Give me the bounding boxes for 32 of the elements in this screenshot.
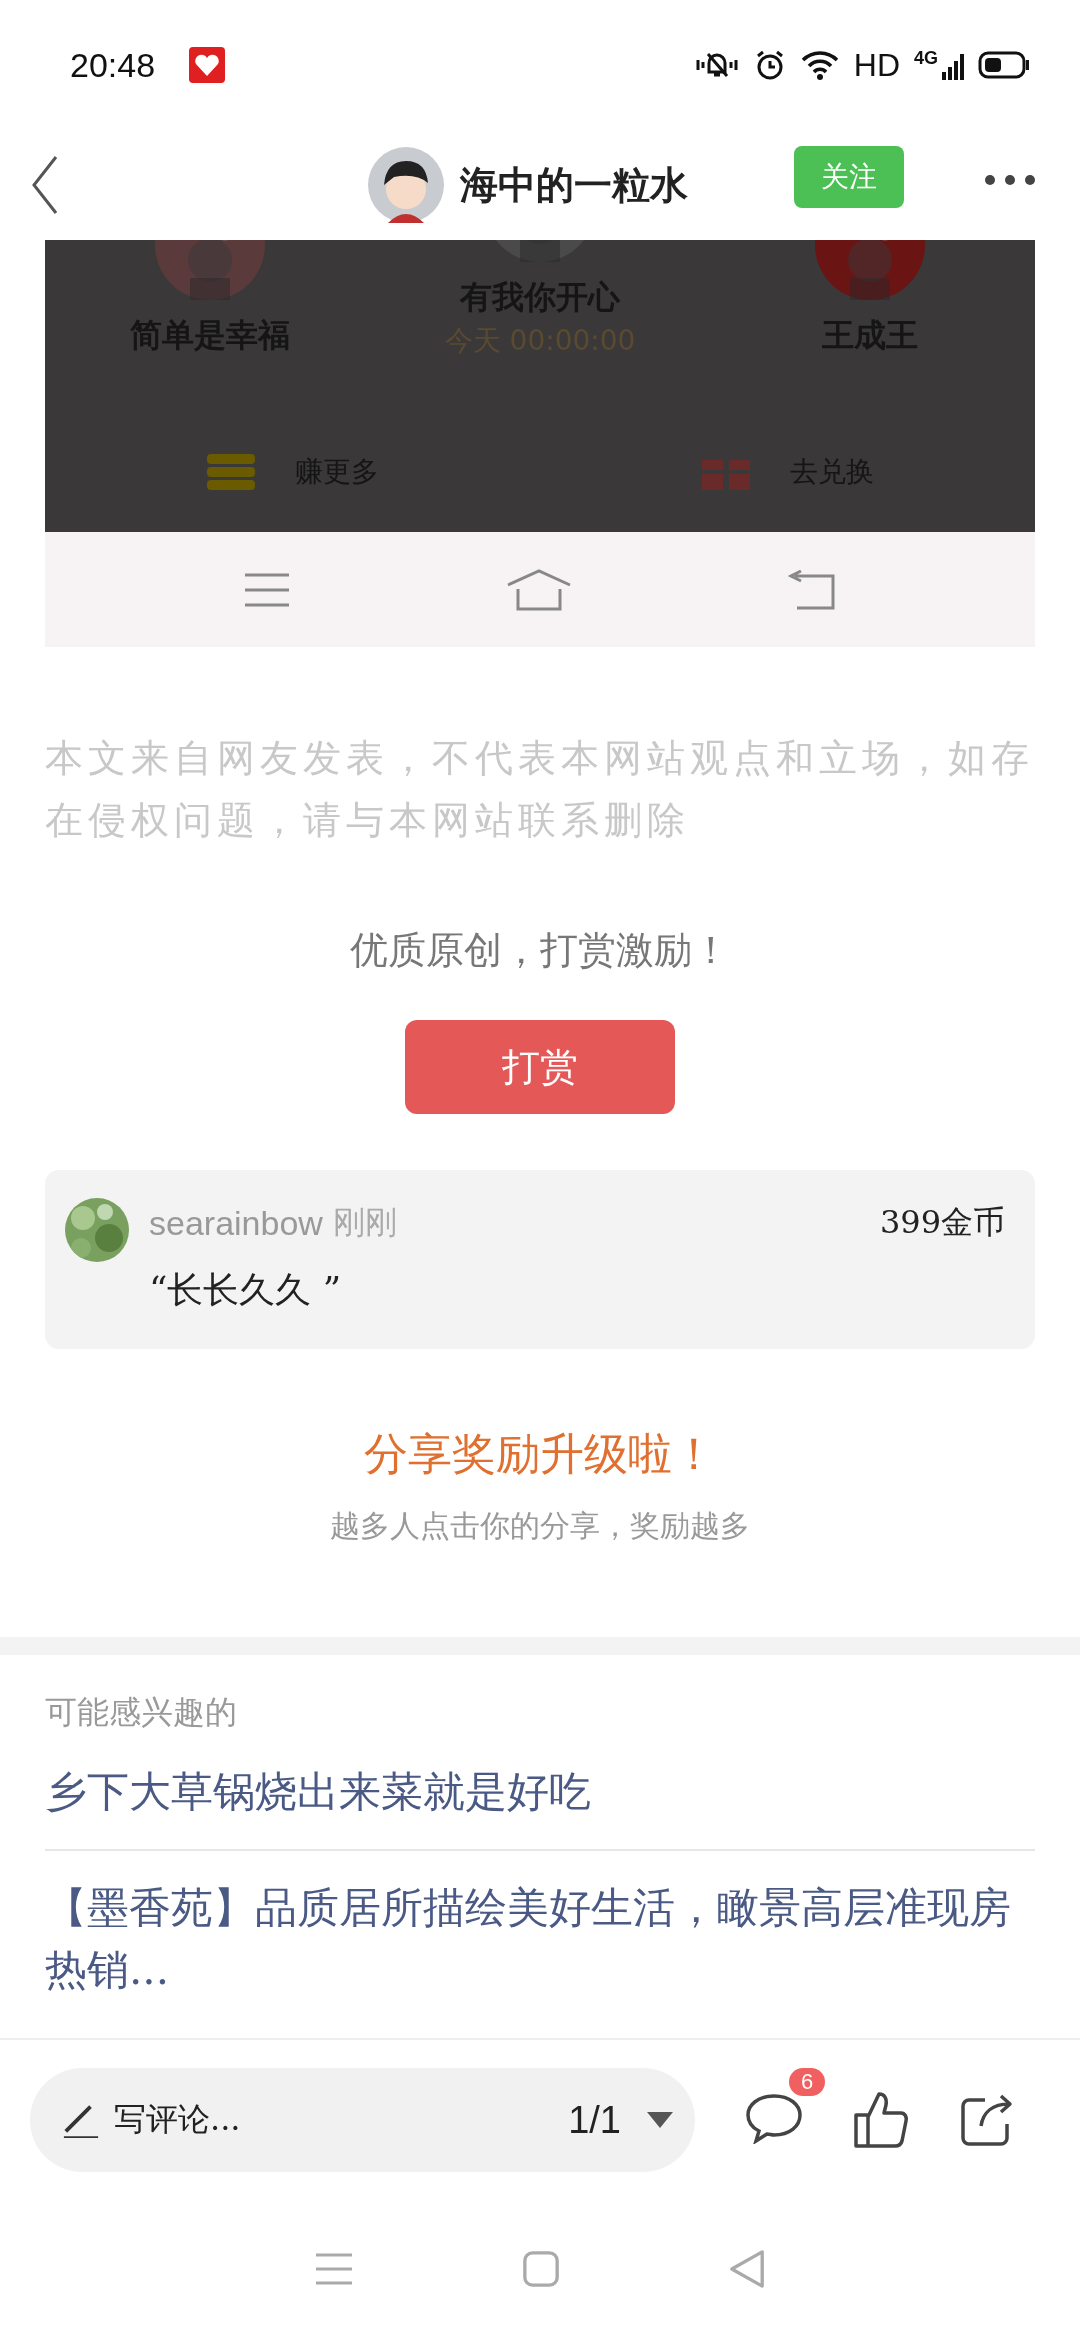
- section-heading: 可能感兴趣的: [45, 1692, 238, 1733]
- tip-message: “长长久久 ”: [149, 1268, 343, 1312]
- coin-stack-icon: [206, 454, 255, 490]
- more-icon[interactable]: [984, 174, 1036, 186]
- share-icon[interactable]: [959, 2092, 1015, 2148]
- share-subtitle: 越多人点击你的分享，奖励越多: [329, 1507, 751, 1545]
- dropdown-caret-icon[interactable]: [647, 2112, 673, 2128]
- tipper-name: searainbow: [149, 1203, 323, 1243]
- menu-icon: [242, 571, 291, 608]
- page-indicator: 1/1: [568, 2098, 621, 2142]
- comment-count-badge: 6: [789, 2068, 826, 2096]
- comment-field[interactable]: 写评论... 1/1: [30, 2068, 695, 2172]
- author-name: 海中的一粒水: [460, 160, 688, 209]
- comment-icon[interactable]: [745, 2092, 803, 2144]
- reward-prompt: 优质原创，打赏激励！: [349, 927, 731, 974]
- share-title: 分享奖励升级啦！: [363, 1427, 717, 1481]
- tip-amount: 399金币: [879, 1202, 1005, 1243]
- clock-time: 20:48: [70, 45, 156, 85]
- author-avatar[interactable]: [368, 147, 444, 223]
- return-icon: [787, 569, 838, 610]
- home-icon: [506, 568, 572, 611]
- article-link[interactable]: 乡下大草锅烧出来菜就是好吃: [45, 1735, 1035, 1851]
- wifi-icon: [799, 50, 840, 80]
- article-link[interactable]: 【墨香苑】品质居所描绘美好生活，瞰景高层准现房热销...: [45, 1851, 1035, 2001]
- back-icon[interactable]: [30, 155, 60, 215]
- thumbs-up-icon[interactable]: [853, 2091, 909, 2149]
- network-label: 4G: [914, 47, 938, 69]
- tip-button[interactable]: 打赏: [405, 1020, 675, 1114]
- battery-icon: [978, 51, 1030, 79]
- tip-time: 刚刚: [332, 1202, 397, 1243]
- app-notification-icon: [189, 47, 226, 83]
- hd-label: HD: [853, 46, 900, 84]
